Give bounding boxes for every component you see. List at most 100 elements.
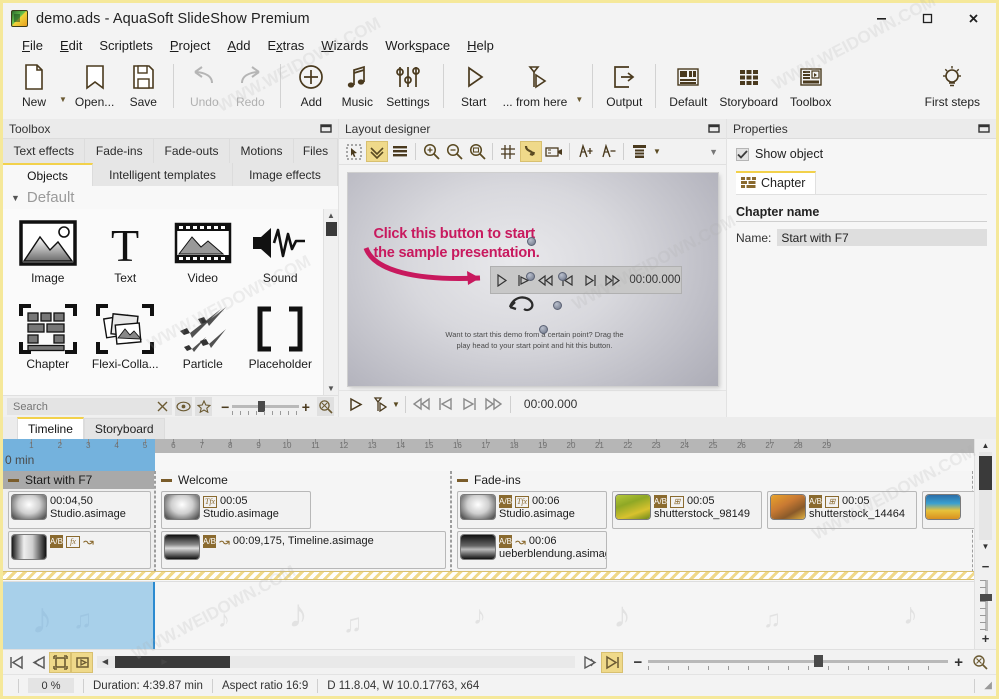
vzoom-knob[interactable] (979, 594, 992, 601)
motion-path-icon[interactable] (520, 141, 542, 162)
scene-collapse-icon[interactable] (457, 478, 468, 482)
menu-wizards[interactable]: Wizards (313, 36, 377, 55)
zoom-reset-icon[interactable] (316, 397, 334, 416)
scene-header[interactable]: Welcome (156, 471, 450, 489)
object-item-chapter[interactable]: Chapter (9, 301, 87, 387)
tab-fade-outs[interactable]: Fade-outs (154, 139, 231, 163)
show-object-checkbox[interactable] (736, 147, 749, 161)
selection-handle[interactable] (557, 272, 567, 281)
timeline-vertical-scrollbar[interactable] (979, 452, 992, 540)
search-input-wrapper[interactable] (7, 398, 172, 415)
timeline-zoom-in-icon[interactable]: + (954, 654, 963, 671)
tab-timeline[interactable]: Timeline (17, 417, 84, 439)
menu-extras[interactable]: Extras (259, 36, 313, 55)
select-tool-icon[interactable] (343, 141, 365, 162)
selection-handle[interactable] (538, 325, 548, 334)
toolbar-default-button[interactable]: Default (663, 60, 713, 117)
selection-handle[interactable] (525, 272, 535, 281)
align-dropdown-caret-icon[interactable]: ▼ (651, 147, 661, 156)
timeline-vzoom-minus-icon[interactable]: − (982, 559, 990, 574)
scene-start-with-f7[interactable]: Start with F7 00:04,50 Studio.asimage A/… (3, 471, 155, 577)
menu-file[interactable]: File (14, 36, 52, 55)
zoom-out-icon[interactable] (443, 141, 465, 162)
preview-eye-icon[interactable] (175, 397, 193, 416)
timeline-clip[interactable]: A/B Tfx 00:06 Studio.asimage (457, 491, 607, 529)
minimize-button[interactable] (858, 3, 904, 34)
selection-handle[interactable] (552, 301, 562, 310)
toolbar-music-button[interactable]: Music (334, 60, 380, 117)
object-item-particle[interactable]: Particle (164, 301, 242, 387)
timeline-zoom-knob[interactable] (814, 655, 824, 667)
properties-pin-icon[interactable] (978, 123, 990, 134)
maximize-button[interactable] (904, 3, 950, 34)
toolbar-open-button[interactable]: Open... (69, 60, 120, 117)
tab-storyboard[interactable]: Storyboard (83, 418, 165, 439)
timeline-scroll-up-icon[interactable]: ▲ (982, 441, 990, 450)
goto-prev-icon[interactable] (27, 652, 49, 673)
close-button[interactable] (950, 3, 996, 34)
tab-text-effects[interactable]: Text effects (3, 139, 86, 163)
clear-search-icon[interactable] (157, 401, 168, 412)
playback-forward-icon[interactable] (483, 394, 505, 415)
align-tool-icon[interactable] (628, 141, 650, 162)
keyframe-add-icon[interactable] (574, 141, 596, 162)
toolbar-start-button[interactable]: Start (451, 60, 497, 117)
favorites-star-icon[interactable] (195, 397, 213, 416)
tab-image-effects[interactable]: Image effects (232, 163, 338, 186)
tab-motions[interactable]: Motions (230, 139, 294, 163)
soundtrack-row[interactable]: ♪ ♫ ♪ ♪ ♫ ♪ ♪ ♫ ♪ (3, 581, 974, 649)
toolbox-scrollbar[interactable]: ▲ ▼ (323, 209, 338, 395)
search-input[interactable] (11, 399, 157, 414)
playback-play-icon[interactable] (344, 394, 366, 415)
toolbar-redo-button[interactable]: Redo (227, 60, 273, 117)
designer-pin-icon[interactable] (708, 123, 720, 134)
zoom-fit-icon[interactable] (466, 141, 488, 162)
playback-next-icon[interactable] (459, 394, 481, 415)
scene-welcome[interactable]: Welcome Tfx 00:05 Studio.asimage A/B ↝ 0… (155, 471, 451, 577)
camera-pan-icon[interactable] (543, 141, 565, 162)
canvas-next-icon[interactable] (579, 274, 601, 287)
grid-icon[interactable] (497, 141, 519, 162)
toolbar-storyboard-button[interactable]: Storyboard (713, 60, 784, 117)
tab-fade-ins[interactable]: Fade-ins (85, 139, 155, 163)
selection-handle[interactable] (526, 237, 536, 246)
properties-tab-chapter[interactable]: Chapter (736, 171, 817, 194)
toolbar-settings-button[interactable]: Settings (380, 60, 435, 117)
toolbar-output-button[interactable]: Output (600, 60, 648, 117)
playback-prev-icon[interactable] (435, 394, 457, 415)
scene-header[interactable]: Start with F7 (3, 471, 154, 489)
toolbar-add-button[interactable]: Add (288, 60, 334, 117)
toolbar-save-button[interactable]: Save (120, 60, 166, 117)
scene-collapse-icon[interactable] (161, 478, 172, 482)
menu-workspace[interactable]: Workspace (377, 36, 459, 55)
tab-intelligent-templates[interactable]: Intelligent templates (93, 163, 233, 186)
zoom-out-minus-icon[interactable]: − (221, 399, 229, 415)
zoom-in-plus-icon[interactable]: + (302, 399, 310, 415)
zoom-in-icon[interactable] (420, 141, 442, 162)
toolbox-pin-icon[interactable] (320, 123, 332, 134)
timeline-clip[interactable] (922, 491, 974, 529)
menu-scriptlets[interactable]: Scriptlets (91, 36, 161, 55)
timeline-scroll-thumb[interactable] (979, 456, 992, 490)
designer-overflow-icon[interactable]: ▼ (709, 147, 722, 157)
timeline-clip[interactable]: A/B ⊞ 00:05 shutterstock_14464 (767, 491, 917, 529)
toolbar-start-from-here-button[interactable]: ... from here (497, 60, 574, 117)
goto-start-icon[interactable] (5, 652, 27, 673)
scroll-thumb[interactable] (325, 222, 337, 236)
new-dropdown-caret-icon[interactable]: ▼ (59, 75, 67, 104)
object-item-image[interactable]: Image (9, 215, 87, 301)
timeline-scroll-down-icon[interactable]: ▼ (982, 542, 990, 551)
timeline-vzoom-plus-icon[interactable]: + (982, 631, 990, 646)
keyframe-remove-icon[interactable] (597, 141, 619, 162)
timeline-zoom-out-icon[interactable]: − (633, 654, 642, 671)
preview-canvas[interactable]: Click this button to start the sample pr… (347, 173, 718, 386)
toolbox-zoom-slider[interactable] (232, 399, 299, 415)
chapter-name-input[interactable] (777, 229, 987, 246)
toolbar-toolbox-button[interactable]: Toolbox (784, 60, 837, 117)
playback-rewind-icon[interactable] (411, 394, 433, 415)
tab-objects[interactable]: Objects (3, 163, 93, 186)
canvas-forward-icon[interactable] (601, 274, 623, 287)
scene-collapse-icon[interactable] (8, 478, 19, 482)
tab-files[interactable]: Files (293, 139, 338, 163)
toolbar-new-button[interactable]: New (11, 60, 57, 117)
